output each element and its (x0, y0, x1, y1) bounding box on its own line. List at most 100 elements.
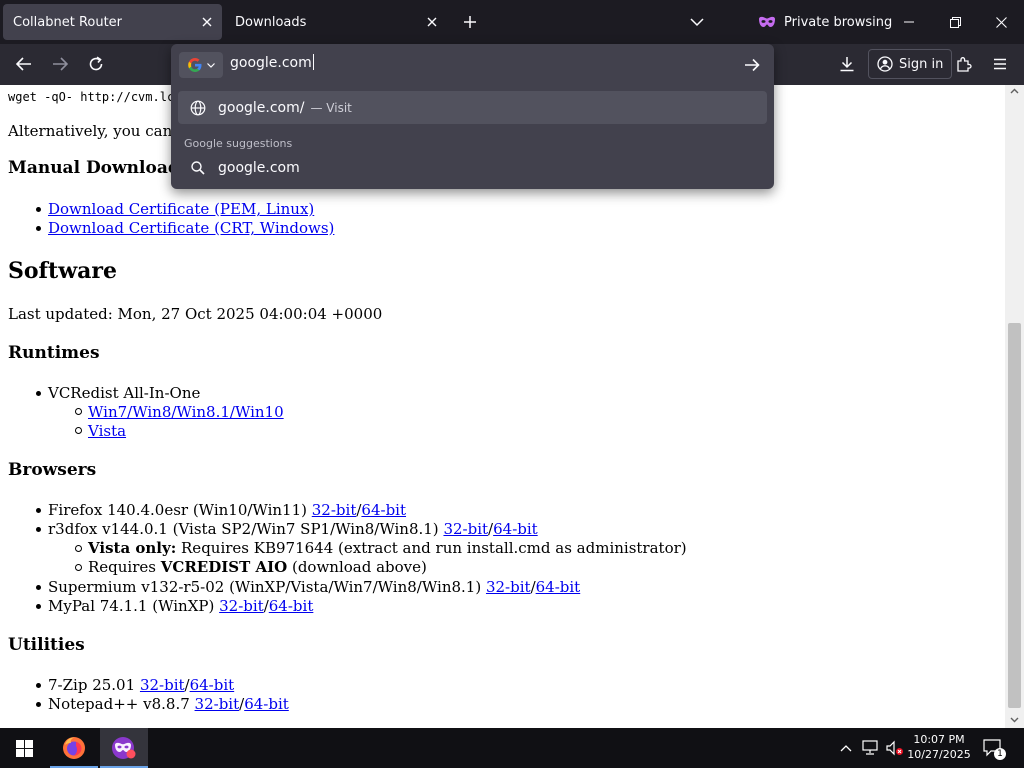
chevron-down-icon (690, 17, 704, 26)
taskbar-firefox-private[interactable] (100, 728, 148, 768)
tab-title: Collabnet Router (13, 14, 123, 30)
bullet (36, 226, 41, 231)
network-status-button[interactable] (860, 728, 882, 768)
sign-in-label: Sign in (899, 56, 944, 72)
firefox-label: Firefox 140.4.0esr (Win10/Win11) (48, 501, 307, 519)
requires-text: Requires (88, 558, 161, 576)
download-pem-link[interactable]: Download Certificate (PEM, Linux) (48, 200, 314, 218)
mypal-64bit-link[interactable]: 64-bit (269, 597, 314, 615)
vcredist-item: VCRedist All-In-One (48, 384, 201, 402)
7zip-64bit-link[interactable]: 64-bit (190, 676, 235, 694)
start-button[interactable] (0, 728, 48, 768)
reload-button[interactable] (81, 49, 111, 79)
notification-count-badge: 1 (994, 748, 1006, 760)
app-menu-button[interactable] (985, 49, 1015, 79)
new-tab-button[interactable] (458, 10, 482, 34)
runtimes-heading: Runtimes (8, 343, 100, 363)
download-icon (840, 57, 854, 72)
wget-command: wget -qO- http://cvm.lc (8, 90, 175, 104)
sub-bullet (75, 427, 82, 434)
chevron-down-icon (207, 62, 215, 68)
go-button[interactable] (739, 52, 765, 78)
download-crt-link[interactable]: Download Certificate (CRT, Windows) (48, 219, 334, 237)
supermium-64bit-link[interactable]: 64-bit (536, 578, 581, 596)
vcredist-win7-link[interactable]: Win7/Win8/Win8.1/Win10 (88, 403, 284, 421)
hamburger-menu-icon (994, 58, 1006, 70)
private-mask-icon (759, 16, 775, 27)
close-icon (995, 16, 1007, 28)
search-engine-selector[interactable] (179, 52, 223, 78)
system-clock[interactable]: 10:07 PM 10/27/2025 (906, 732, 972, 762)
volume-button[interactable] (884, 728, 906, 768)
utilities-heading: Utilities (8, 635, 85, 655)
suggestion-visit-row[interactable]: google.com/ — Visit (178, 91, 767, 124)
notepadpp-32bit-link[interactable]: 32-bit (195, 695, 240, 713)
supermium-32bit-link[interactable]: 32-bit (486, 578, 531, 596)
chevron-up-icon (840, 744, 852, 751)
search-icon (178, 160, 218, 175)
scroll-down-arrow-icon[interactable] (1009, 714, 1020, 725)
scroll-up-arrow-icon[interactable] (1009, 85, 1020, 96)
tab-downloads[interactable]: Downloads (225, 4, 447, 40)
firefox-icon (63, 737, 85, 759)
mypal-32bit-link[interactable]: 32-bit (219, 597, 264, 615)
private-browsing-label: Private browsing (784, 14, 893, 30)
firefox-64bit-link[interactable]: 64-bit (361, 501, 406, 519)
close-tab-icon[interactable] (423, 13, 441, 31)
restore-button[interactable] (942, 0, 968, 44)
sign-in-button[interactable]: Sign in (868, 49, 953, 79)
globe-icon (178, 100, 218, 116)
close-tab-icon[interactable] (198, 13, 216, 31)
back-button[interactable] (9, 49, 39, 79)
tab-strip: Collabnet Router Downloads Private brows… (0, 0, 1024, 44)
firefox-32bit-link[interactable]: 32-bit (312, 501, 357, 519)
network-icon (862, 740, 878, 755)
r3dfox-32bit-link[interactable]: 32-bit (443, 520, 488, 538)
suggestions-section-header: Google suggestions (184, 137, 293, 150)
last-updated-text: Last updated: Mon, 27 Oct 2025 04:00:04 … (8, 305, 383, 323)
show-hidden-icons-button[interactable] (836, 728, 856, 768)
scrollbar-thumb[interactable] (1008, 323, 1021, 708)
windows-taskbar: 10:07 PM 10/27/2025 1 (0, 728, 1024, 768)
vista-only-text: Requires KB971644 (extract and run insta… (176, 539, 687, 557)
clock-date: 10/27/2025 (907, 748, 971, 761)
sub-bullet (75, 408, 82, 415)
vcredist-vista-link[interactable]: Vista (88, 422, 126, 440)
back-arrow-icon (16, 57, 31, 71)
account-icon (877, 56, 893, 72)
forward-arrow-icon (53, 57, 68, 71)
notification-center-button[interactable]: 1 (980, 728, 1006, 768)
minimize-icon (904, 21, 914, 23)
r3dfox-label: r3dfox v144.0.1 (Vista SP2/Win7 SP1/Win8… (48, 520, 439, 538)
bullet (36, 391, 41, 396)
private-browsing-indicator: Private browsing (758, 0, 892, 44)
suggestion-search-row[interactable]: google.com (178, 151, 767, 184)
manual-download-heading: Manual Download (8, 158, 180, 178)
list-all-tabs-button[interactable] (685, 10, 709, 34)
page-scrollbar[interactable] (1005, 85, 1024, 728)
notepadpp-64bit-link[interactable]: 64-bit (244, 695, 289, 713)
bullet (36, 207, 41, 212)
taskbar-firefox[interactable] (50, 728, 98, 768)
downloads-button[interactable] (832, 49, 862, 79)
r3dfox-64bit-link[interactable]: 64-bit (493, 520, 538, 538)
mypal-item: MyPal 74.1.1 (WinXP) 32-bit/64-bit (48, 597, 313, 615)
suggestion-action: — Visit (310, 100, 352, 115)
requires-note: Requires VCREDIST AIO (download above) (88, 558, 427, 576)
7zip-32bit-link[interactable]: 32-bit (140, 676, 185, 694)
notepadpp-item: Notepad++ v8.8.7 32-bit/64-bit (48, 695, 289, 713)
supermium-item: Supermium v132-r5-02 (WinXP/Vista/Win7/W… (48, 578, 580, 596)
software-heading: Software (8, 258, 117, 284)
forward-button[interactable] (45, 49, 75, 79)
minimize-button[interactable] (896, 0, 922, 44)
bullet (36, 702, 41, 707)
requires-bold: VCREDIST AIO (160, 558, 288, 576)
7zip-label: 7-Zip 25.01 (48, 676, 136, 694)
close-window-button[interactable] (988, 0, 1014, 44)
address-input[interactable]: google.com (230, 54, 314, 71)
r3dfox-item: r3dfox v144.0.1 (Vista SP2/Win7 SP1/Win8… (48, 520, 538, 538)
browsers-heading: Browsers (8, 460, 97, 480)
tab-collabnet-router[interactable]: Collabnet Router (3, 4, 222, 40)
plus-icon (464, 16, 476, 28)
extensions-button[interactable] (949, 49, 979, 79)
